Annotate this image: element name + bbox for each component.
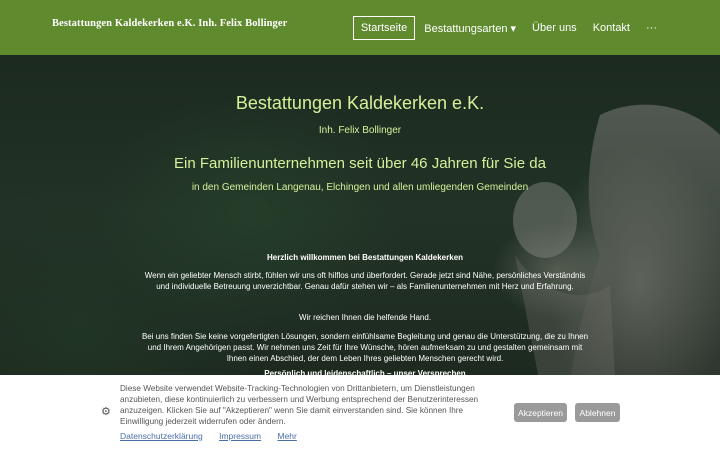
hero-region: in den Gemeinden Langenau, Elchingen und… xyxy=(191,182,529,193)
nav-item-ueber-uns[interactable]: Über uns xyxy=(525,17,584,39)
cookie-text: Diese Website verwendet Website-Tracking… xyxy=(120,384,479,427)
hero-subtitle: Inh. Felix Bollinger xyxy=(318,125,402,136)
decline-button[interactable]: Ablehnen xyxy=(575,403,620,422)
accept-button[interactable]: Akzeptieren xyxy=(514,403,567,422)
main-nav: Startseite Bestattungsarten ▾ Über uns K… xyxy=(351,16,664,40)
cookie-links: Datenschutzerklärung Impressum Mehr xyxy=(120,431,311,441)
nav-more-button[interactable]: ··· xyxy=(639,17,664,39)
site-header: Bestattungen Kaldekerken e.K. Inh. Felix… xyxy=(0,0,720,55)
welcome-heading: Herzlich willkommen bei Bestattungen Kal… xyxy=(266,253,464,262)
hero-title: Bestattungen Kaldekerken e.K. xyxy=(235,93,485,113)
cookie-icon: ⚙ xyxy=(101,406,111,418)
nav-item-startseite[interactable]: Startseite xyxy=(352,16,416,40)
more-link[interactable]: Mehr xyxy=(277,431,296,441)
hero-tagline: Ein Familienunternehmen seit über 46 Jah… xyxy=(174,155,546,172)
helping-hand-paragraph: Wir reichen Ihnen die helfende Hand. xyxy=(298,313,432,322)
nav-item-kontakt[interactable]: Kontakt xyxy=(586,17,637,39)
site-brand[interactable]: Bestattungen Kaldekerken e.K. Inh. Felix… xyxy=(52,18,287,29)
intro-paragraph: Wenn ein geliebter Mensch stirbt, fühlen… xyxy=(144,271,586,292)
support-paragraph: Bei uns finden Sie keine vorgefertigten … xyxy=(141,332,589,364)
privacy-link[interactable]: Datenschutzerklärung xyxy=(120,431,203,441)
nav-item-bestattungsarten[interactable]: Bestattungsarten ▾ xyxy=(417,17,523,40)
imprint-link[interactable]: Impressum xyxy=(219,431,261,441)
